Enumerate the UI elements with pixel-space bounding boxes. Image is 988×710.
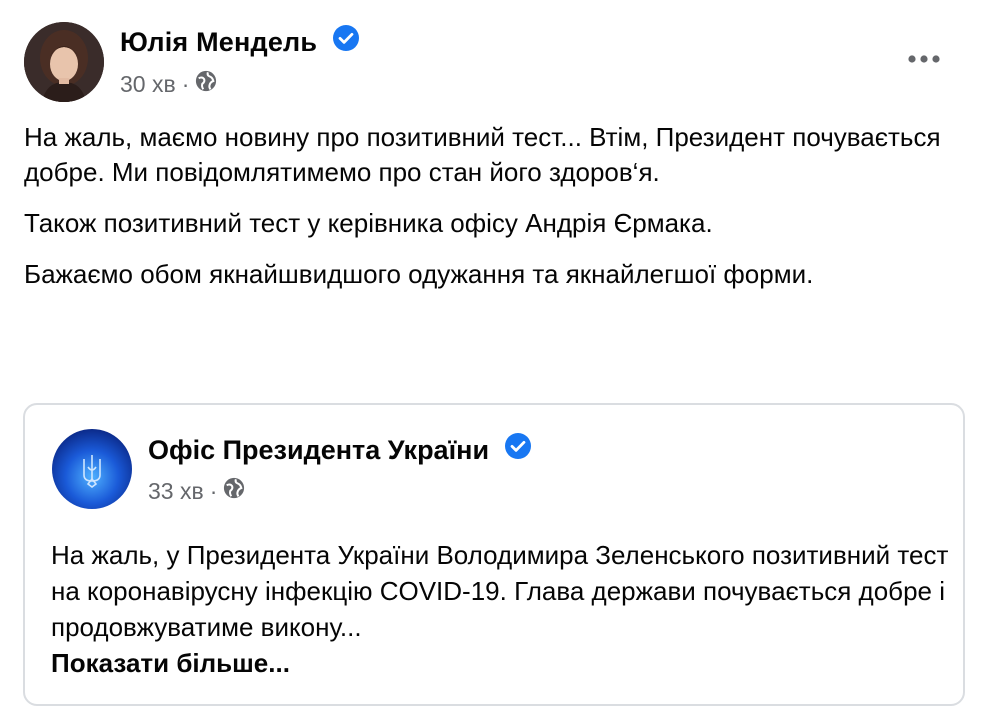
globe-icon[interactable] [195, 70, 217, 98]
more-options-button[interactable] [904, 46, 944, 72]
facebook-post: Юлія Мендель 30 хв · На жаль, маємо нови… [0, 0, 988, 710]
author-name[interactable]: Юлія Мендель [120, 27, 317, 57]
trident-logo [52, 429, 132, 509]
shared-timestamp[interactable]: 33 хв [148, 478, 204, 505]
post-timestamp[interactable]: 30 хв [120, 71, 176, 98]
see-more-link[interactable]: Показати більше... [51, 645, 951, 681]
shared-post-meta: 33 хв · [148, 477, 245, 505]
shared-post-card[interactable]: Офіс Президента України 33 хв · На жаль,… [23, 403, 965, 706]
author-photo [24, 22, 104, 102]
verified-badge-icon [332, 24, 359, 58]
post-paragraph: Бажаємо обом якнайшвидшого одужання та я… [24, 259, 814, 289]
meta-separator: · [209, 477, 218, 504]
meta-separator: · [181, 70, 190, 97]
post-meta: 30 хв · [120, 70, 217, 98]
post-body: На жаль, маємо новину про позитивний тес… [24, 120, 954, 308]
office-avatar[interactable] [52, 429, 132, 509]
author-name-row: Юлія Мендель [120, 24, 359, 58]
post-paragraph: На жаль, маємо новину про позитивний тес… [24, 122, 941, 187]
globe-icon[interactable] [223, 477, 245, 505]
verified-badge-icon [504, 432, 531, 466]
shared-author-name[interactable]: Офіс Президента України [148, 435, 489, 465]
shared-post-body: На жаль, у Президента України Володимира… [51, 537, 951, 681]
author-avatar[interactable] [24, 22, 104, 102]
post-paragraph: Також позитивний тест у керівника офісу … [24, 208, 713, 238]
more-options-icon [908, 55, 940, 63]
office-name-row: Офіс Президента України [148, 432, 531, 466]
shared-post-text: На жаль, у Президента України Володимира… [51, 540, 949, 642]
